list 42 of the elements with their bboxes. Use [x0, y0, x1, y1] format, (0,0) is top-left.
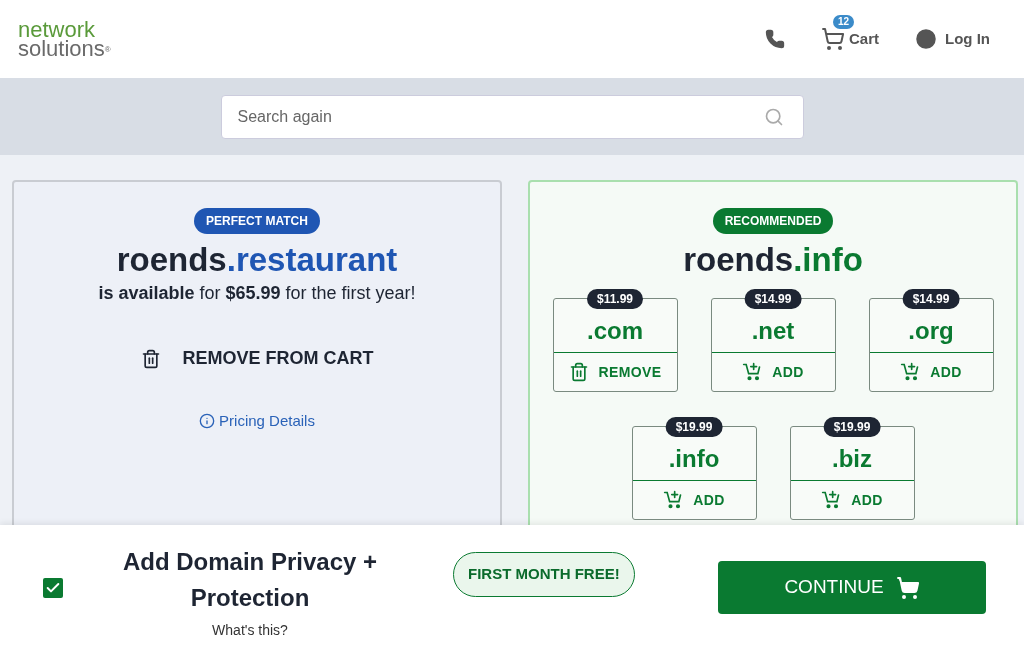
promo-badge: FIRST MONTH FREE! — [453, 552, 635, 597]
cart-plus-icon — [821, 490, 842, 510]
recommended-badge: RECOMMENDED — [712, 208, 834, 234]
cart-plus-icon — [742, 362, 763, 382]
cart-count-badge: 12 — [833, 15, 855, 29]
perfect-match-badge: PERFECT MATCH — [194, 208, 320, 234]
tld-label: .biz — [832, 444, 872, 474]
phone-icon[interactable] — [765, 29, 785, 49]
remove-from-cart-button[interactable]: REMOVE FROM CART — [140, 345, 374, 372]
add-button[interactable]: ADD — [869, 352, 993, 391]
logo[interactable]: network solutions$^{®}$ — [18, 20, 111, 58]
privacy-checkbox[interactable] — [43, 577, 63, 598]
cart-plus-icon — [900, 362, 921, 382]
privacy-title: Add Domain Privacy + Protection — [121, 547, 379, 613]
cart-plus-icon — [663, 490, 684, 510]
cart-icon — [821, 27, 845, 51]
price-badge: $19.99 — [823, 417, 881, 437]
login-button[interactable]: Log In — [913, 26, 990, 52]
add-button[interactable]: ADD — [790, 480, 914, 519]
whats-this-link[interactable]: What's this? — [212, 620, 288, 641]
domain-title: roends.info — [683, 240, 863, 280]
trash-icon — [140, 348, 161, 369]
trash-icon — [568, 362, 589, 382]
continue-button[interactable]: CONTINUE — [718, 561, 986, 614]
price-badge: $14.99 — [902, 289, 960, 309]
cart-button[interactable]: 12 Cart — [821, 15, 879, 51]
add-button[interactable]: ADD — [711, 352, 835, 391]
domain-title: roends.restaurant — [116, 240, 398, 280]
pricing-details-link[interactable]: Pricing Details — [199, 410, 315, 433]
price-badge: $11.99 — [587, 289, 643, 309]
price-badge: $14.99 — [744, 289, 802, 309]
tld-label: .com — [587, 316, 643, 346]
availability-text: is available for $65.99 for the first year! — [98, 282, 416, 305]
search-field[interactable]: Search again — [220, 94, 804, 139]
info-icon — [199, 413, 216, 430]
cart-icon — [895, 575, 920, 600]
price-badge: $19.99 — [665, 417, 723, 437]
tld-label: .net — [751, 316, 795, 346]
tld-label: .org — [908, 316, 954, 346]
tld-label: .info — [668, 444, 720, 474]
remove-button[interactable]: REMOVE — [553, 352, 677, 391]
add-button[interactable]: ADD — [632, 480, 756, 519]
